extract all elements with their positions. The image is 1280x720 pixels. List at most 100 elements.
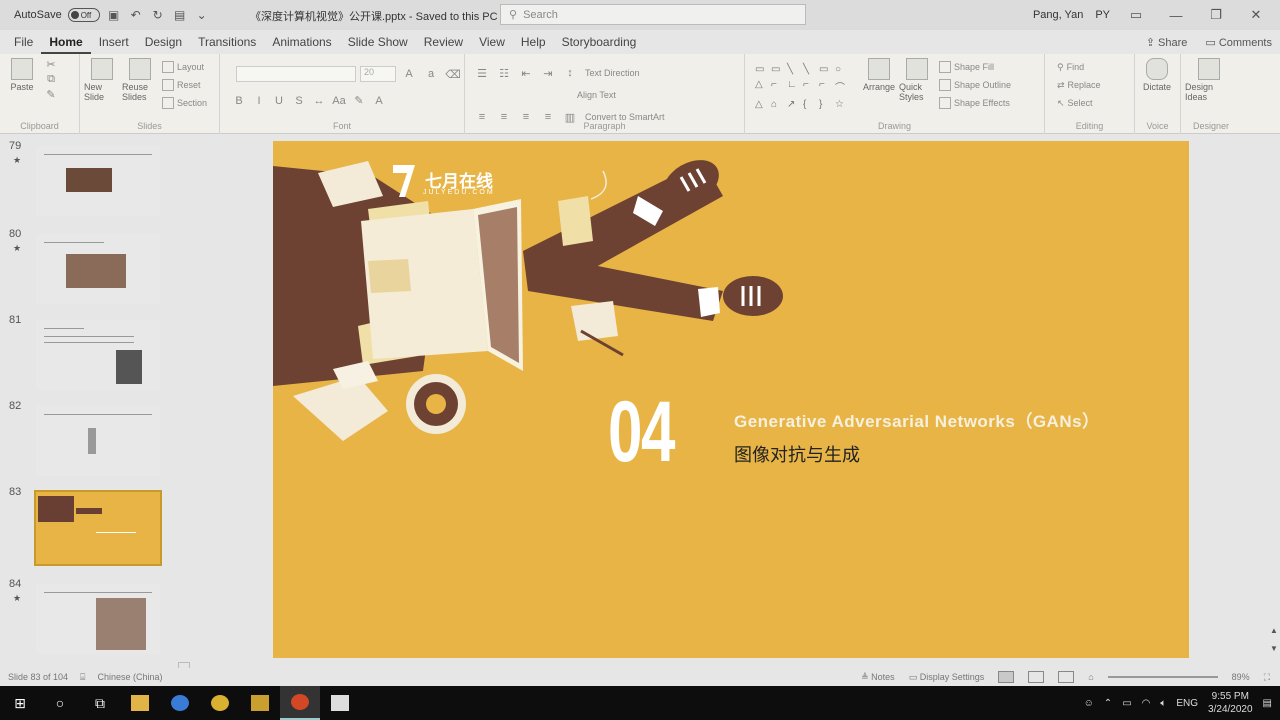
slide-canvas[interactable]: 七月在线 JULYEDU.COM 04 Generative Adversari… bbox=[273, 141, 1189, 658]
line-spacing-icon[interactable]: ↕ bbox=[561, 67, 579, 79]
tab-view[interactable]: View bbox=[471, 30, 513, 54]
shape-effects-button[interactable]: Shape Effects bbox=[937, 94, 1013, 112]
thumbnail-slide-82[interactable]: 82 bbox=[0, 400, 200, 480]
slide-sorter-view-icon[interactable] bbox=[1028, 671, 1045, 683]
display-settings-button[interactable]: ▭ Display Settings bbox=[909, 672, 985, 683]
thumbnail-slide-83[interactable]: 83 bbox=[0, 486, 200, 566]
user-name[interactable]: Pang, Yan bbox=[1033, 9, 1083, 21]
notification-icon[interactable]: ▤ bbox=[1263, 698, 1272, 709]
normal-view-icon[interactable] bbox=[998, 671, 1015, 683]
autosave-toggle[interactable]: Off bbox=[67, 8, 100, 22]
font-family-select[interactable] bbox=[236, 66, 356, 82]
reading-view-icon[interactable] bbox=[1058, 671, 1075, 683]
text-direction-button[interactable]: Text Direction bbox=[583, 64, 642, 82]
tab-home[interactable]: Home bbox=[41, 30, 91, 54]
slideshow-view-icon[interactable]: ⌂ bbox=[1088, 672, 1093, 682]
app-icon-2[interactable] bbox=[320, 686, 360, 720]
tab-animations[interactable]: Animations bbox=[264, 30, 339, 54]
dictate-button[interactable]: Dictate bbox=[1139, 58, 1175, 92]
customize-toolbar-icon[interactable]: ⌄ bbox=[194, 7, 210, 23]
scroll-down-icon[interactable]: ▼ bbox=[1270, 644, 1278, 654]
clear-formatting-icon[interactable]: ⌫ bbox=[444, 68, 462, 81]
tray-chevron-icon[interactable]: ⌃ bbox=[1104, 698, 1112, 709]
align-text-button[interactable]: Align Text bbox=[575, 86, 618, 104]
tab-design[interactable]: Design bbox=[137, 30, 190, 54]
thumbnail-slide-84[interactable]: 84 ★ bbox=[0, 578, 200, 658]
new-slide-button[interactable]: New Slide bbox=[84, 58, 120, 112]
cut-icon[interactable]: ✂ bbox=[42, 58, 60, 71]
zoom-slider[interactable] bbox=[1107, 676, 1218, 678]
strikethrough-icon[interactable]: S bbox=[290, 95, 308, 107]
reuse-slides-button[interactable]: Reuse Slides bbox=[122, 58, 158, 112]
zoom-level[interactable]: 89% bbox=[1232, 672, 1250, 682]
volume-icon[interactable]: 🔈︎ bbox=[1160, 698, 1166, 709]
fit-to-window-icon[interactable]: ⛶ bbox=[1264, 672, 1270, 683]
tab-insert[interactable]: Insert bbox=[91, 30, 137, 54]
ribbon-display-icon[interactable]: ▭ bbox=[1122, 7, 1150, 23]
decrease-indent-icon[interactable]: ⇤ bbox=[517, 67, 535, 80]
redo-icon[interactable]: ↻ bbox=[150, 7, 166, 23]
start-presentation-icon[interactable]: ▤ bbox=[172, 7, 188, 23]
search-box[interactable]: ⚲ Search bbox=[500, 4, 806, 25]
language-tray[interactable]: ENG bbox=[1176, 698, 1198, 709]
increase-indent-icon[interactable]: ⇥ bbox=[539, 67, 557, 80]
notes-button[interactable]: ≜ Notes bbox=[861, 672, 895, 683]
grow-font-icon[interactable]: A bbox=[400, 68, 418, 80]
reset-button[interactable]: Reset bbox=[160, 76, 209, 94]
powerpoint-taskbar-icon[interactable] bbox=[280, 686, 320, 720]
quick-styles-button[interactable]: Quick Styles bbox=[899, 58, 935, 112]
thumbnail-slide-81[interactable]: 81 bbox=[0, 314, 200, 394]
vertical-scrollbar[interactable]: ▲ ▼ bbox=[1268, 134, 1280, 668]
shape-fill-button[interactable]: Shape Fill bbox=[937, 58, 1013, 76]
tab-file[interactable]: File bbox=[6, 30, 41, 54]
wifi-icon[interactable]: ◠ bbox=[1142, 698, 1151, 709]
task-view-icon[interactable]: ⧉ bbox=[80, 686, 120, 720]
font-color-icon[interactable]: A bbox=[370, 95, 388, 107]
italic-icon[interactable]: I bbox=[250, 95, 268, 107]
language-indicator[interactable]: Chinese (China) bbox=[97, 672, 162, 682]
people-icon[interactable]: ☺ bbox=[1084, 698, 1094, 709]
paste-button[interactable]: Paste bbox=[4, 58, 40, 101]
tab-storyboarding[interactable]: Storyboarding bbox=[554, 30, 645, 54]
chrome-browser-icon[interactable] bbox=[200, 686, 240, 720]
section-subtitle[interactable]: 图像对抗与生成 bbox=[734, 441, 860, 467]
copy-icon[interactable]: ⧉ bbox=[42, 73, 60, 86]
tab-slide-show[interactable]: Slide Show bbox=[340, 30, 416, 54]
change-case-icon[interactable]: Aa bbox=[330, 95, 348, 107]
select-button[interactable]: ↖ Select bbox=[1055, 94, 1103, 112]
tab-transitions[interactable]: Transitions bbox=[190, 30, 264, 54]
char-spacing-icon[interactable]: ↔ bbox=[310, 95, 328, 107]
windows-start-icon[interactable]: ⊞ bbox=[0, 686, 40, 720]
section-number[interactable]: 04 bbox=[608, 389, 675, 475]
shapes-gallery[interactable]: ▭ ▭ ╲ ╲ ▭ ○ △ ⌐ ∟ ⌐ ⌐ ⌒ △ ⌂ ↗{} ☆ bbox=[755, 64, 849, 112]
close-icon[interactable]: ✕ bbox=[1242, 7, 1270, 23]
replace-button[interactable]: ⇄ Replace bbox=[1055, 76, 1103, 94]
section-heading[interactable]: Generative Adversarial Networks（GANs） bbox=[734, 407, 1100, 432]
restore-icon[interactable]: ❐ bbox=[1202, 7, 1230, 23]
scroll-up-icon[interactable]: ▲ bbox=[1270, 626, 1278, 636]
format-painter-icon[interactable]: ✎ bbox=[42, 88, 60, 101]
highlight-icon[interactable]: ✎ bbox=[350, 94, 368, 107]
app-icon[interactable] bbox=[240, 686, 280, 720]
minimize-icon[interactable]: — bbox=[1162, 8, 1190, 23]
tab-review[interactable]: Review bbox=[416, 30, 471, 54]
spellcheck-icon[interactable]: ⌸ bbox=[80, 672, 85, 683]
bold-icon[interactable]: B bbox=[230, 95, 248, 107]
thumbnail-slide-79[interactable]: 79 ★ bbox=[0, 140, 200, 220]
tab-help[interactable]: Help bbox=[513, 30, 554, 54]
comments-button[interactable]: ▭ Comments bbox=[1205, 36, 1272, 49]
user-initials[interactable]: PY bbox=[1095, 9, 1110, 21]
share-button[interactable]: ⇪ Share bbox=[1146, 36, 1188, 49]
numbering-icon[interactable]: ☷ bbox=[495, 67, 513, 80]
arrange-button[interactable]: Arrange bbox=[861, 58, 897, 112]
document-title-area[interactable]: 《深度计算机视觉》公开课.pptx - Saved to this PC ⌄ bbox=[250, 8, 510, 24]
font-size-select[interactable]: 20 bbox=[360, 66, 396, 82]
find-button[interactable]: ⚲ Find bbox=[1055, 58, 1103, 76]
design-ideas-button[interactable]: Design Ideas bbox=[1185, 58, 1233, 102]
layout-button[interactable]: Layout bbox=[160, 58, 209, 76]
save-icon[interactable]: ▣ bbox=[106, 7, 122, 23]
underline-icon[interactable]: U bbox=[270, 95, 288, 107]
cortana-search-icon[interactable]: ○ bbox=[40, 686, 80, 720]
undo-icon[interactable]: ↶ bbox=[128, 7, 144, 23]
clock[interactable]: 9:55 PM 3/24/2020 bbox=[1208, 690, 1253, 716]
